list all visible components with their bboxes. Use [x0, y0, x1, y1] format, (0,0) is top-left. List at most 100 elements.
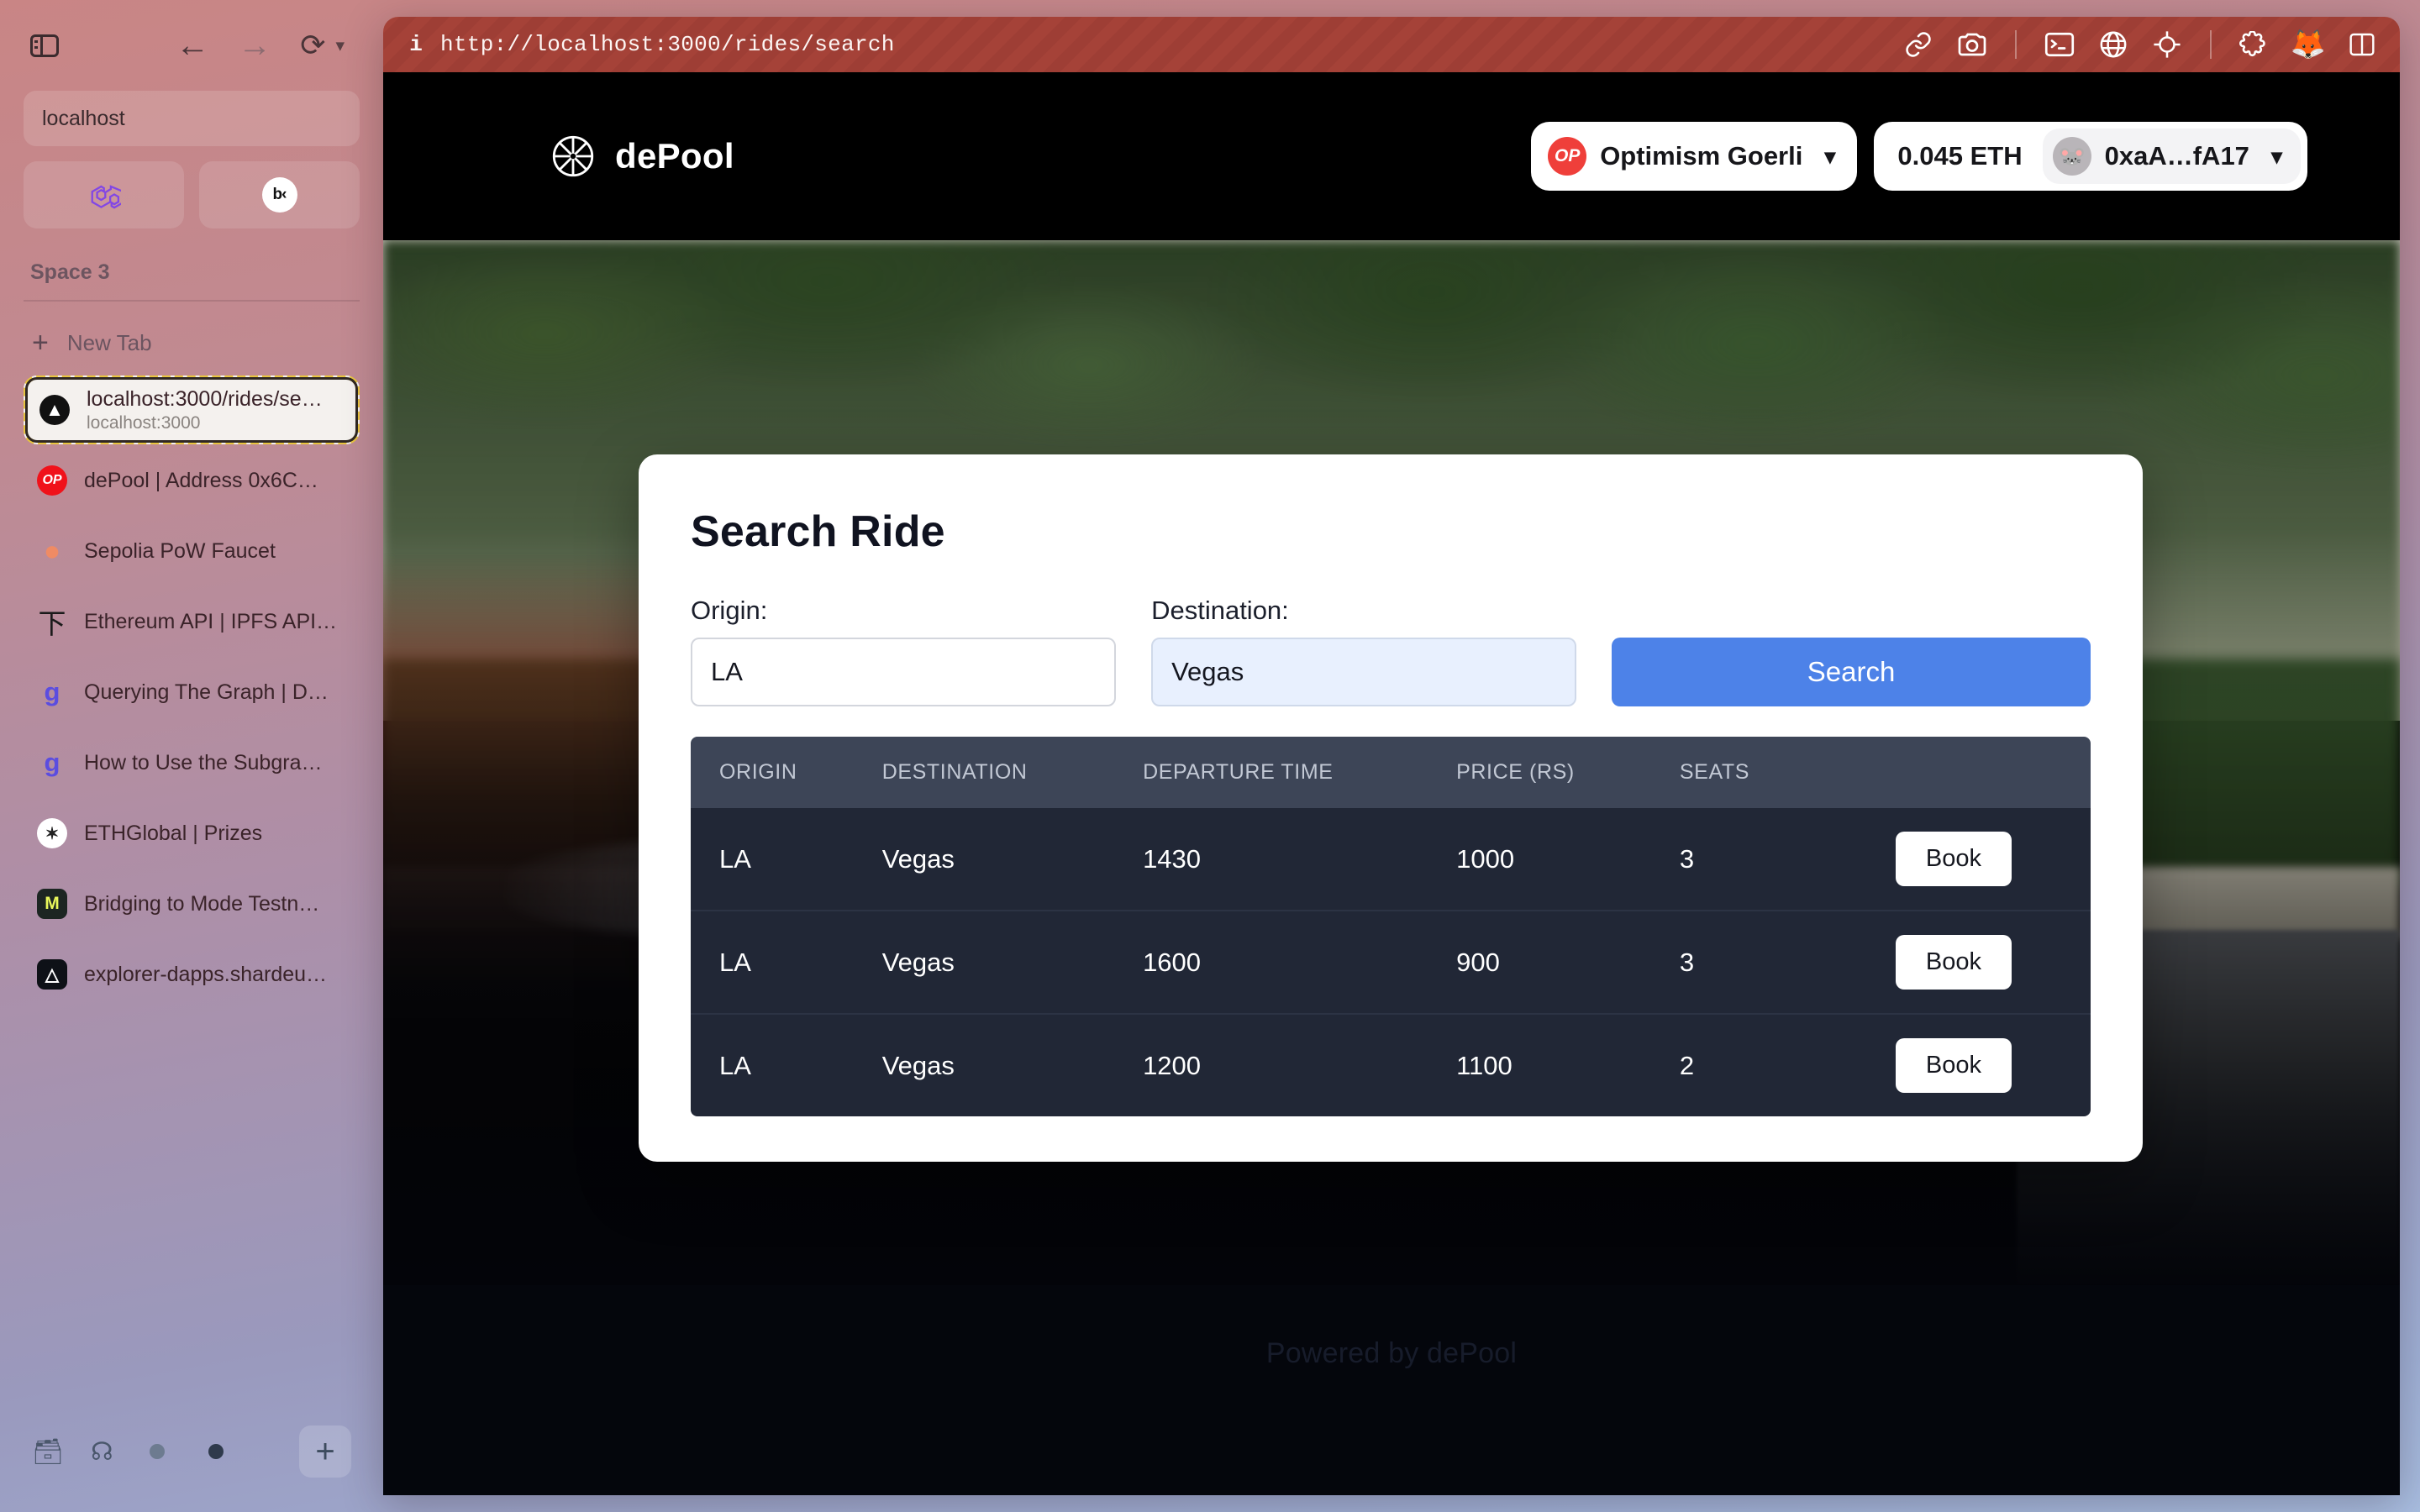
copy-link-icon[interactable]	[1902, 29, 1934, 60]
cell-departure-time: 1200	[1114, 1013, 1428, 1116]
column-header-price: PRICE (RS)	[1428, 737, 1651, 808]
cell-origin: LA	[691, 1013, 854, 1116]
account-button[interactable]: 0.045 ETH 🐭 0xaA…fA17 ▾	[1874, 122, 2307, 191]
cell-destination: Vegas	[853, 1013, 1115, 1116]
chain-selector-button[interactable]: OP Optimism Goerli ▾	[1531, 122, 1858, 191]
address-bar-url[interactable]: http://localhost:3000/rides/search	[440, 32, 895, 57]
wheel-spokes-icon	[552, 135, 594, 177]
brand[interactable]: dePool	[551, 134, 734, 178]
tab-item-how-to-use-subgraph[interactable]: g How to Use the Subgra…	[24, 728, 360, 797]
table-row: LA Vegas 1600 900 3 Book	[691, 910, 2091, 1014]
destination-input[interactable]	[1151, 638, 1577, 706]
rides-table: ORIGIN DESTINATION DEPARTURE TIME PRICE …	[691, 737, 2091, 1116]
tab-title: Ethereum API | IPFS API…	[84, 609, 338, 633]
chevron-down-icon: ▾	[2270, 143, 2282, 169]
pinned-tabs-row: b‹	[24, 161, 360, 228]
cell-origin: LA	[691, 808, 854, 911]
tab-title: ETHGlobal | Prizes	[84, 821, 263, 845]
origin-field-group: Origin:	[691, 596, 1117, 706]
wallet-controls: OP Optimism Goerli ▾ 0.045 ETH 🐭 0xaA…fA…	[1531, 122, 2307, 191]
polygon-icon	[91, 185, 121, 209]
column-header-seats: SEATS	[1650, 737, 1867, 808]
column-header-departure-time: DEPARTURE TIME	[1114, 737, 1428, 808]
rides-table-body: LA Vegas 1430 1000 3 Book LA Vegas 1600 …	[691, 808, 2091, 1116]
browser-window: i http://localhost:3000/rides/search 🦊 d…	[383, 17, 2400, 1495]
book-button[interactable]: Book	[1895, 1038, 2012, 1093]
search-ride-card: Search Ride Origin: Destination: Search …	[639, 454, 2143, 1162]
screenshot-camera-icon[interactable]	[1956, 29, 1988, 60]
reload-icon[interactable]: ⟳	[300, 30, 325, 60]
destination-label: Destination:	[1151, 596, 1289, 625]
sidebar-top-toolbar: ← → ⟳ ▾	[24, 0, 360, 91]
globe-icon[interactable]	[2097, 29, 2129, 60]
mode-icon: M	[37, 889, 67, 919]
the-graph-icon: g	[44, 677, 60, 706]
pinned-tab-polygon[interactable]	[24, 161, 184, 228]
chrome-toolbar-icons: 🦊	[1902, 29, 2378, 60]
sidebar-nav-controls: ← → ⟳ ▾	[176, 29, 353, 62]
cell-action: Book	[1866, 1013, 2091, 1116]
brand-name: dePool	[615, 136, 734, 176]
search-button[interactable]: Search	[1612, 638, 2091, 706]
cell-price: 900	[1428, 910, 1651, 1014]
tab-item-ethereum-api[interactable]: 下 Ethereum API | IPFS API…	[24, 587, 360, 656]
chain-label: Optimism Goerli	[1600, 141, 1803, 171]
site-info-icon[interactable]: i	[402, 32, 430, 57]
tab-item-querying-the-graph[interactable]: g Querying The Graph | D…	[24, 658, 360, 727]
tab-item-bridging-mode[interactable]: M Bridging to Mode Testn…	[24, 869, 360, 938]
optimism-icon: OP	[37, 465, 67, 496]
toolbar-separator	[2210, 30, 2212, 59]
ethglobal-icon: ✶	[37, 818, 67, 848]
tab-title: localhost:3000/rides/se…	[87, 386, 323, 411]
origin-input[interactable]	[691, 638, 1117, 706]
optimism-icon: OP	[1548, 137, 1587, 176]
rides-table-head: ORIGIN DESTINATION DEPARTURE TIME PRICE …	[691, 737, 2091, 808]
footer-text: Powered by dePool	[1265, 1337, 1518, 1369]
book-button[interactable]: Book	[1895, 935, 2012, 990]
avatar: 🐭	[2052, 137, 2091, 176]
infura-icon: 下	[38, 608, 66, 639]
cell-destination: Vegas	[853, 808, 1115, 911]
tab-item-depool-address[interactable]: OP dePool | Address 0x6C…	[24, 446, 360, 515]
book-button[interactable]: Book	[1895, 832, 2012, 886]
water-drop-icon: ●	[43, 534, 61, 567]
search-form: Origin: Destination: Search	[691, 596, 2091, 706]
pinned-tab-bico[interactable]: b‹	[199, 161, 360, 228]
browser-sidebar: ← → ⟳ ▾ localhost b‹ Space 3 + New Tab ▲…	[0, 0, 383, 1512]
wallet-address: 0xaA…fA17	[2104, 141, 2249, 171]
chevron-down-icon: ▾	[1824, 143, 1836, 169]
target-crosshair-icon[interactable]	[2151, 29, 2183, 60]
new-space-plus-icon[interactable]: +	[299, 1425, 351, 1478]
browser-chrome-bar: i http://localhost:3000/rides/search 🦊	[383, 17, 2400, 72]
forward-arrow-icon[interactable]: →	[238, 29, 271, 62]
tab-item-localhost[interactable]: ▲ localhost:3000/rides/se… localhost:300…	[24, 375, 360, 444]
tab-item-shardeum-explorer[interactable]: △ explorer-dapps.shardeu…	[24, 940, 360, 1009]
cell-departure-time: 1600	[1114, 910, 1428, 1014]
space-dot-inactive[interactable]	[150, 1444, 165, 1459]
bico-icon: b‹	[261, 177, 297, 213]
toggle-sidebar-icon[interactable]	[30, 34, 59, 57]
vercel-triangle-icon: ▲	[39, 395, 70, 425]
sidebar-url-field[interactable]: localhost	[24, 91, 360, 146]
tab-item-sepolia-faucet[interactable]: ● Sepolia PoW Faucet	[24, 517, 360, 585]
new-tab-label: New Tab	[66, 329, 152, 355]
extensions-puzzle-icon[interactable]	[2238, 29, 2270, 60]
tab-item-ethglobal-prizes[interactable]: ✶ ETHGlobal | Prizes	[24, 799, 360, 868]
table-row: LA Vegas 1200 1100 2 Book	[691, 1013, 2091, 1116]
split-view-icon[interactable]	[2346, 29, 2378, 60]
page-footer: Powered by dePool	[383, 1285, 2400, 1495]
column-header-action	[1866, 737, 2091, 808]
the-graph-icon: g	[44, 748, 60, 777]
archive-icon[interactable]: 🗃	[32, 1437, 91, 1467]
back-arrow-icon[interactable]: ←	[176, 29, 209, 62]
cell-departure-time: 1430	[1114, 808, 1428, 911]
terminal-icon[interactable]	[2044, 29, 2075, 60]
chevron-down-icon[interactable]: ▾	[335, 35, 345, 56]
space-dot-active[interactable]	[208, 1444, 224, 1459]
tab-subtitle: localhost:3000	[87, 412, 201, 433]
origin-label: Origin:	[691, 596, 768, 625]
planet-icon[interactable]: ☊	[91, 1437, 150, 1467]
metamask-fox-icon[interactable]: 🦊	[2291, 29, 2326, 60]
cell-seats: 3	[1650, 910, 1867, 1014]
new-tab-button[interactable]: + New Tab	[24, 317, 360, 369]
